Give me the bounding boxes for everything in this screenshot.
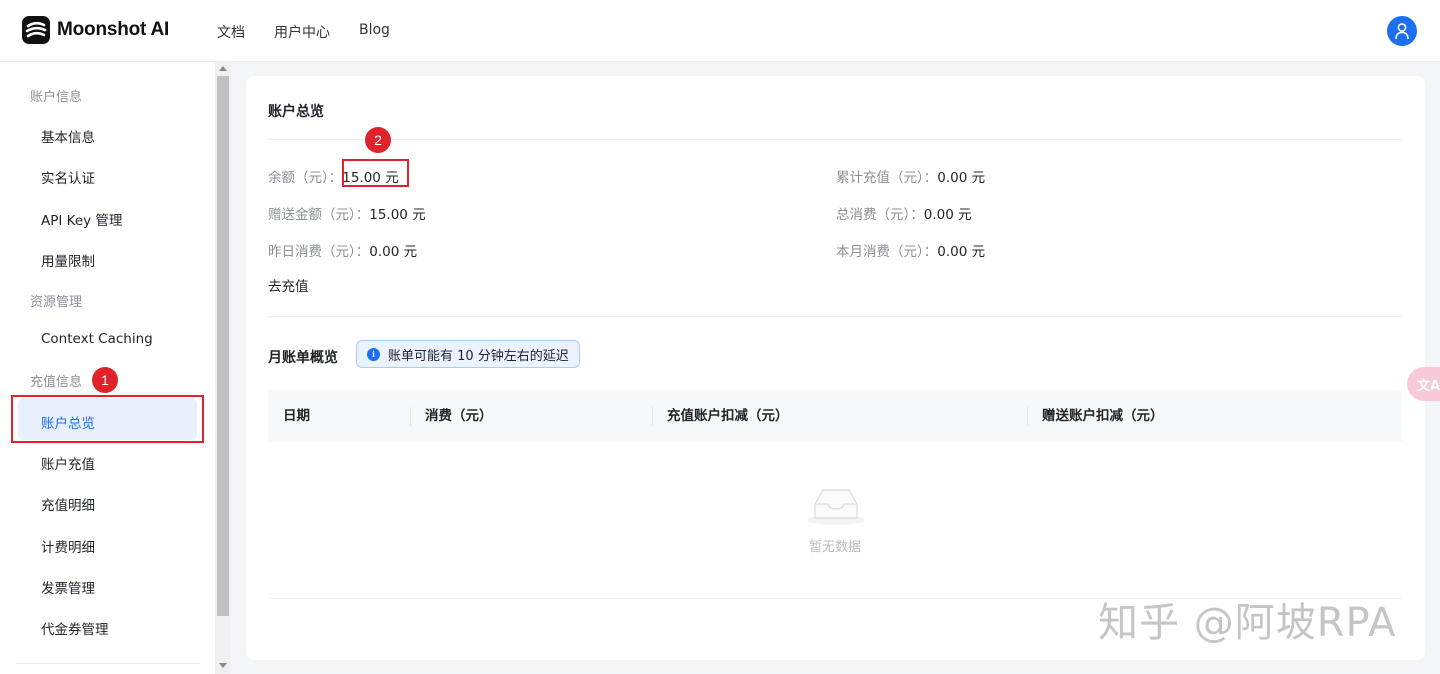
column-separator: [1027, 407, 1028, 426]
stat-label: 本月消费（元）：: [836, 244, 938, 260]
stat-bonus-amount: 赠送金额（元）：15.00 元: [268, 203, 426, 223]
sidebar-item-invoices[interactable]: 发票管理: [41, 577, 95, 597]
stat-label: 余额（元）：: [268, 170, 343, 186]
info-icon: i: [367, 347, 380, 361]
bill-delay-notice: i 账单可能有 10 分钟左右的延迟: [356, 340, 580, 368]
top-nav: 文档 用户中心 Blog: [217, 22, 419, 42]
user-icon: [1395, 23, 1409, 40]
annotation-badge-1: 1: [92, 367, 118, 393]
stat-label: 赠送金额（元）：: [268, 207, 370, 223]
column-date: 日期: [283, 408, 310, 424]
stat-label: 昨日消费（元）：: [268, 244, 370, 260]
recharge-link[interactable]: 去充值: [268, 275, 309, 295]
sidebar-item-usage-limits[interactable]: 用量限制: [41, 250, 95, 270]
column-recharge-deduction: 充值账户扣减（元）: [667, 408, 789, 424]
stat-value: 0.00 元: [369, 244, 418, 260]
scroll-down-arrow-icon[interactable]: [219, 663, 227, 668]
sidebar-item-api-keys[interactable]: API Key 管理: [41, 209, 122, 229]
sidebar-scrollbar[interactable]: [215, 62, 231, 674]
account-overview-card: 账户总览 余额（元）： 15.00 元 赠送金额（元）：15.00 元 昨日消费（…: [246, 76, 1425, 660]
top-header: Moonshot AI 文档 用户中心 Blog: [0, 0, 1440, 62]
sidebar-item-account-recharge[interactable]: 账户充值: [41, 453, 95, 473]
nav-docs[interactable]: 文档: [217, 22, 245, 42]
sidebar-item-billing-details[interactable]: 计费明细: [41, 536, 95, 556]
sidebar-group-resources: 资源管理: [30, 295, 83, 310]
stat-label: 总消费（元）：: [836, 207, 924, 223]
stat-value: 15.00 元: [369, 207, 426, 223]
column-separator: [652, 407, 653, 426]
sidebar-group-account-info: 账户信息: [30, 90, 83, 105]
moonshot-logo-icon: [22, 16, 50, 44]
nav-blog[interactable]: Blog: [359, 22, 390, 42]
bill-table-header: 日期 消费（元） 充值账户扣减（元） 赠送账户扣减（元）: [268, 391, 1402, 442]
watermark: 知乎 @阿坡RPA: [1098, 600, 1397, 646]
stat-label: 累计充值（元）：: [836, 170, 938, 186]
page-title: 账户总览: [268, 104, 324, 120]
sidebar-item-recharge-details[interactable]: 充值明细: [41, 494, 95, 514]
sidebar-divider: [16, 663, 200, 664]
stat-month-spend: 本月消费（元）：0.00 元: [836, 240, 985, 260]
sidebar-item-context-caching[interactable]: Context Caching: [41, 331, 153, 347]
scroll-up-arrow-icon[interactable]: [219, 66, 227, 71]
sidebar-group-recharge: 充值信息: [30, 375, 83, 390]
stat-total-recharge: 累计充值（元）：0.00 元: [836, 166, 985, 186]
section-divider: [268, 316, 1402, 317]
sidebar-item-vouchers[interactable]: 代金券管理: [41, 618, 109, 638]
stat-value: 0.00 元: [937, 244, 986, 260]
monthly-bill-title: 月账单概览: [268, 350, 338, 366]
sidebar-item-basic-info[interactable]: 基本信息: [41, 126, 95, 146]
user-avatar[interactable]: [1387, 16, 1417, 46]
title-divider: [268, 139, 1402, 140]
nav-user-center[interactable]: 用户中心: [274, 22, 330, 42]
annotation-box-2: [342, 159, 409, 187]
empty-box-icon: [806, 484, 866, 530]
empty-state-text: 暂无数据: [808, 540, 861, 555]
translate-button[interactable]: 文A: [1407, 367, 1440, 401]
column-separator: [410, 407, 411, 426]
sidebar-item-verification[interactable]: 实名认证: [41, 167, 95, 187]
stat-value: 0.00 元: [937, 170, 986, 186]
column-spend: 消费（元）: [425, 408, 493, 424]
stat-yesterday-spend: 昨日消费（元）：0.00 元: [268, 240, 417, 260]
stat-total-spend: 总消费（元）：0.00 元: [836, 203, 972, 223]
brand-logo[interactable]: Moonshot AI: [22, 16, 169, 44]
translate-icon: 文A: [1417, 379, 1440, 394]
notice-text: 账单可能有 10 分钟左右的延迟: [388, 348, 569, 364]
annotation-badge-2: 2: [365, 127, 391, 153]
scrollbar-thumb[interactable]: [217, 76, 229, 616]
column-bonus-deduction: 赠送账户扣减（元）: [1042, 408, 1164, 424]
brand-name: Moonshot AI: [57, 19, 170, 40]
stat-value: 0.00 元: [923, 207, 972, 223]
annotation-box-1: [11, 395, 204, 443]
